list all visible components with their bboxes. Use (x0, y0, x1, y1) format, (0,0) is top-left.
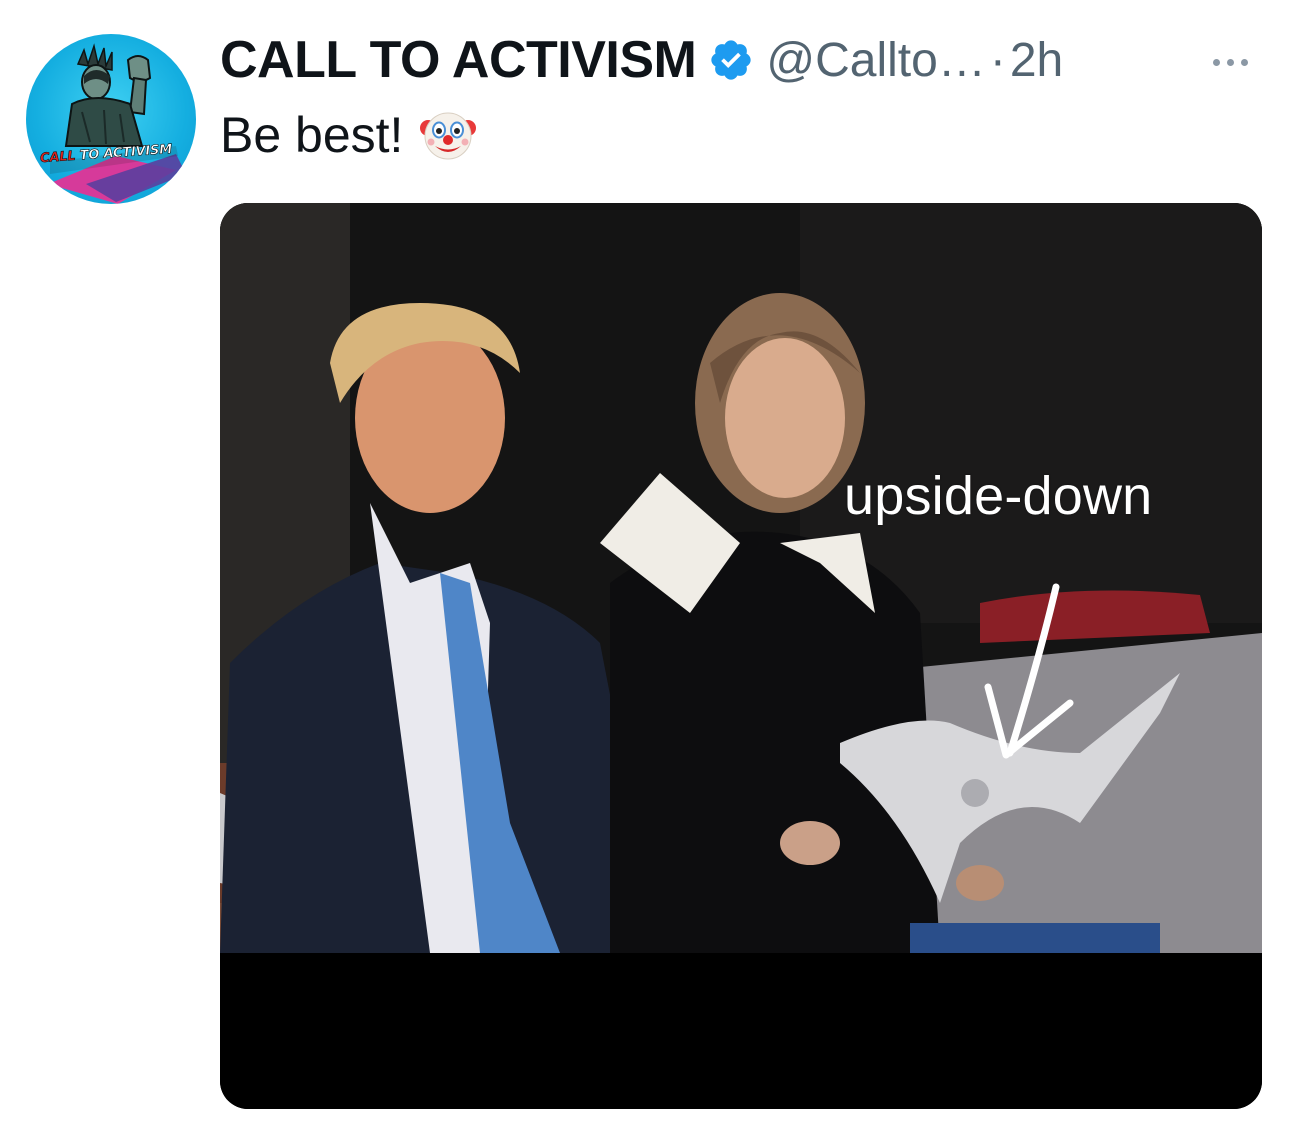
author-display-name[interactable]: CALL TO ACTIVISM (220, 30, 697, 90)
author-avatar[interactable]: CALL TO ACTIVISM (26, 34, 196, 204)
author-handle[interactable]: @Callto… (766, 33, 985, 88)
media-overlay-caption: upside-down (844, 466, 1153, 526)
photo-scene (220, 203, 1262, 1109)
tweet-timestamp[interactable]: 2h (1010, 33, 1063, 88)
tweet-text-content: Be best! (220, 107, 404, 163)
avatar-wordmark-call: CALL (39, 148, 76, 167)
more-dot (1212, 58, 1220, 66)
verified-badge-icon[interactable] (708, 37, 754, 83)
more-dot (1226, 58, 1234, 66)
more-options-icon[interactable] (1198, 50, 1262, 74)
tweet-text: Be best! (220, 106, 477, 164)
tweet-header: CALL TO ACTIVISM @Callto… · 2h (220, 28, 1063, 92)
avatar-illustration (48, 43, 186, 204)
more-dot (1240, 58, 1248, 66)
clown-emoji-icon (419, 106, 477, 164)
tweet-media-photo[interactable]: upside-down (220, 203, 1262, 1109)
separator-dot: · (989, 33, 1006, 87)
